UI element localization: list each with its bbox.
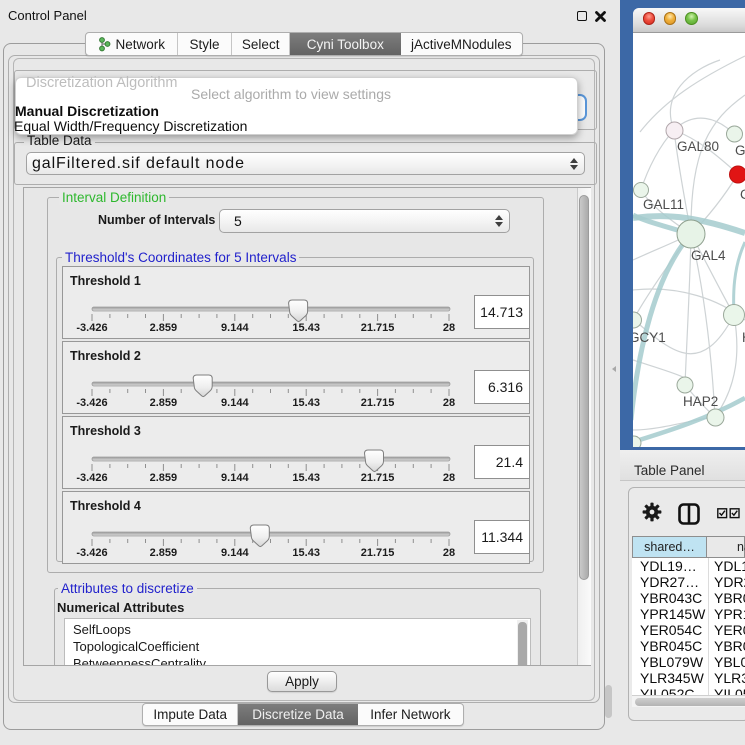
svg-text:CD: CD — [740, 187, 745, 202]
svg-text:GAL2: GAL2 — [735, 143, 745, 158]
svg-text:HAP2: HAP2 — [683, 394, 718, 409]
svg-text:GAL11: GAL11 — [643, 197, 684, 212]
svg-text:GAL80: GAL80 — [677, 139, 719, 154]
svg-text:GCY1: GCY1 — [633, 330, 666, 345]
svg-text:GAL4: GAL4 — [691, 248, 726, 263]
